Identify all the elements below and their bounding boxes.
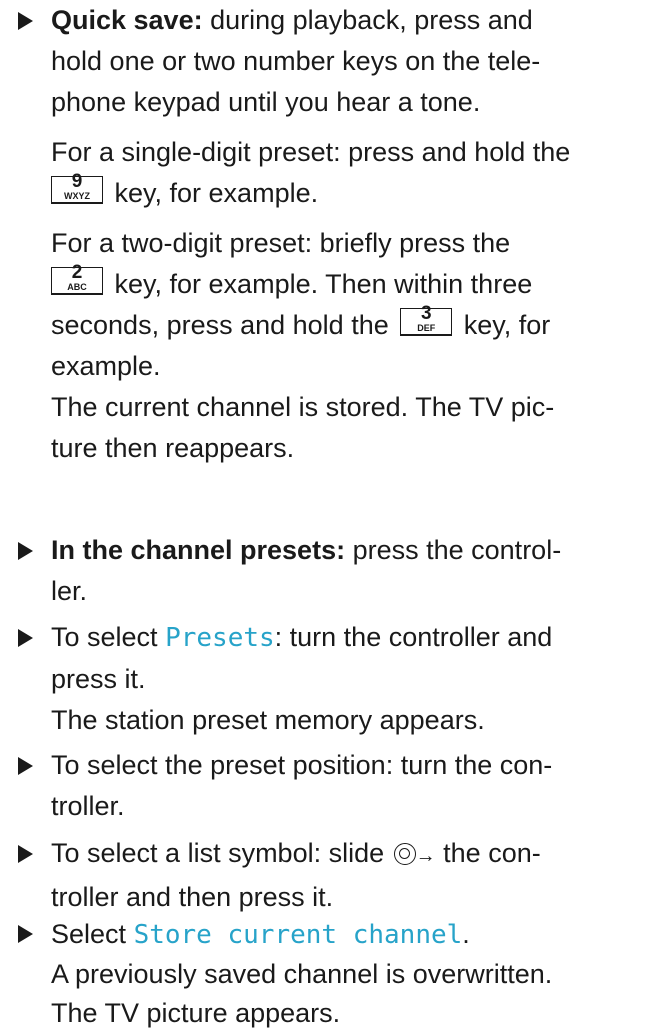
single-digit-text: key, for example. (114, 178, 319, 208)
key-letters: ABC (67, 282, 87, 292)
in-presets-line-2: ler. (51, 576, 88, 606)
select-presets-line-1: To select Presets: turn the controller a… (51, 617, 657, 659)
single-digit-line-2: 9 WXYZ key, for example. (51, 171, 657, 214)
step-store: Select Store current channel. A previous… (18, 915, 657, 1033)
select-symbol-line-2: troller and then press it. (51, 882, 334, 912)
quick-save-heading: Quick save: (51, 5, 203, 35)
slide-right-arrow-icon: → (415, 845, 436, 867)
single-digit-line-1: For a single-digit preset: press and hol… (51, 137, 571, 167)
two-digit-text-3a: seconds, press and hold the (51, 310, 389, 340)
select-symbol-text-b: the con- (443, 838, 541, 868)
select-position-line-1: To select the preset position: turn the … (51, 750, 553, 780)
step-arrow-icon (18, 12, 33, 30)
select-symbol-line-1: To select a list symbol: slide → the con… (51, 833, 657, 877)
result-line-1: The current channel is stored. The TV pi… (51, 392, 555, 422)
two-digit-text-2: key, for example. Then within three (114, 269, 533, 299)
store-current-channel-menu-item: Store current channel (133, 920, 463, 950)
step-arrow-icon (18, 629, 33, 647)
store-line-3: The TV picture appears. (51, 998, 341, 1028)
step-quick-save: Quick save: during playback, press and h… (18, 0, 657, 469)
select-position-line-2: troller. (51, 791, 125, 821)
key-2-icon: 2 ABC (51, 262, 103, 295)
store-text-a: Select (51, 919, 127, 949)
two-digit-line-1: For a two-digit preset: briefly press th… (51, 228, 511, 258)
quick-save-line-3: phone keypad until you hear a tone. (51, 87, 481, 117)
two-digit-line-2: 2 ABC key, for example. Then within three (51, 262, 657, 305)
step-select-symbol: To select a list symbol: slide → the con… (18, 833, 657, 918)
in-presets-line-1: In the channel presets: press the contro… (51, 530, 657, 571)
result-line-2: ture then reappears. (51, 433, 295, 463)
step-arrow-icon (18, 845, 33, 863)
store-line-2: A previously saved channel is overwritte… (51, 959, 553, 989)
key-letters: WXYZ (64, 191, 90, 201)
quick-save-line-1: Quick save: during playback, press and (51, 0, 657, 41)
two-digit-line-4: example. (51, 351, 161, 381)
quick-save-text-1: during playback, press and (210, 5, 533, 35)
step-select-presets: To select Presets: turn the controller a… (18, 617, 657, 741)
two-digit-text-3b: key, for (463, 310, 551, 340)
quick-save-line-2: hold one or two number keys on the tele- (51, 46, 541, 76)
select-presets-line-2: press it. (51, 664, 146, 694)
key-3-icon: 3 DEF (400, 303, 453, 336)
step-arrow-icon (18, 542, 33, 560)
store-text-b: . (462, 919, 470, 949)
step-select-position: To select the preset position: turn the … (18, 745, 657, 827)
in-presets-text-1: press the control- (352, 535, 562, 565)
store-line-1: Select Store current channel. (51, 915, 657, 955)
in-presets-heading: In the channel presets: (51, 535, 346, 565)
select-presets-text-b: : turn the controller and (274, 622, 553, 652)
key-letters: DEF (417, 323, 436, 333)
presets-menu-item: Presets (165, 623, 275, 653)
two-digit-line-3: seconds, press and hold the 3 DEF key, fo… (51, 303, 657, 346)
select-presets-line-3: The station preset memory appears. (51, 705, 485, 735)
step-arrow-icon (18, 925, 33, 943)
controller-icon (393, 843, 416, 865)
select-presets-text-a: To select (51, 622, 158, 652)
step-in-presets: In the channel presets: press the contro… (18, 530, 657, 612)
key-9-icon: 9 WXYZ (51, 171, 103, 204)
select-symbol-text-a: To select a list symbol: slide (51, 838, 385, 868)
step-arrow-icon (18, 757, 33, 775)
